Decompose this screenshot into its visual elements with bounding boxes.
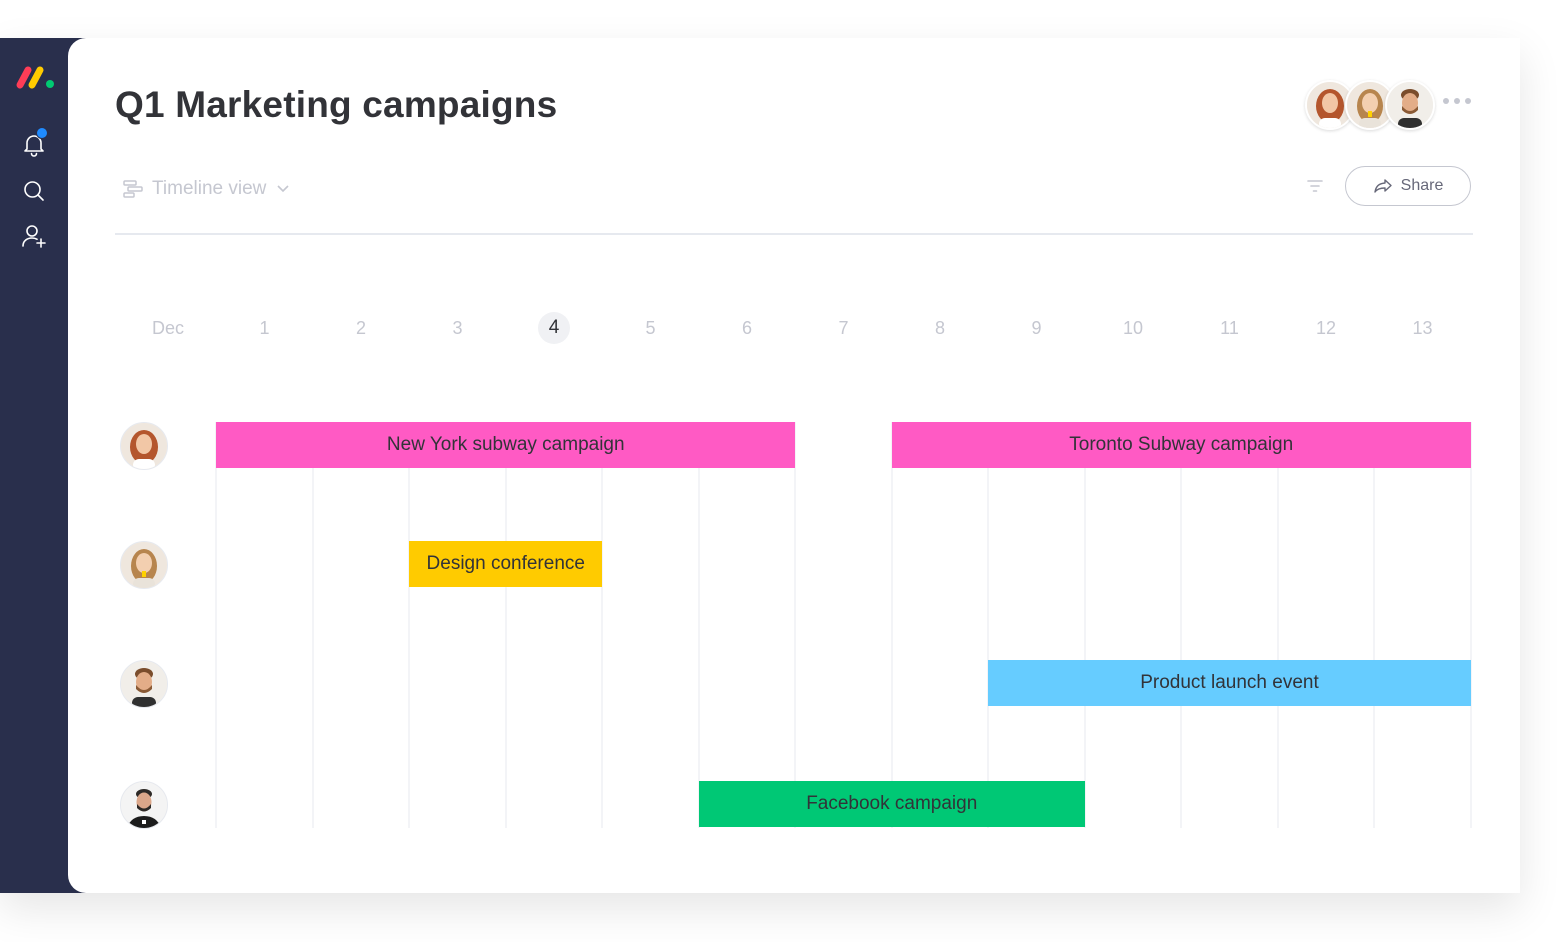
day-label: 1 xyxy=(259,318,270,338)
timeline-item-bar[interactable]: Product launch event xyxy=(988,660,1471,706)
day-label: 10 xyxy=(1122,318,1144,338)
notifications-bell-icon[interactable] xyxy=(20,127,48,158)
more-options-icon[interactable] xyxy=(1442,93,1476,109)
invite-user-icon[interactable] xyxy=(20,222,48,250)
board-panel: Q1 Marketing campaigns Timeline view Sha… xyxy=(68,38,1520,893)
share-button[interactable]: Share xyxy=(1345,166,1471,206)
timeline-view-dropdown[interactable]: Timeline view xyxy=(122,176,290,202)
monday-logo[interactable] xyxy=(15,60,57,90)
timeline-icon xyxy=(123,180,143,198)
timeline-item-label: Facebook campaign xyxy=(806,793,978,814)
grid-line xyxy=(987,422,990,828)
timeline-item-label: Product launch event xyxy=(1140,672,1319,693)
grid-line xyxy=(601,422,604,828)
day-label-today: 4 xyxy=(538,312,570,344)
timeline-item-label: Design conference xyxy=(426,553,585,574)
row-person-avatar[interactable] xyxy=(120,781,168,829)
filter-icon[interactable] xyxy=(1305,176,1325,196)
timeline-item-bar[interactable]: New York subway campaign xyxy=(216,422,796,468)
search-icon[interactable] xyxy=(20,177,48,205)
grid-line xyxy=(1083,422,1086,828)
day-label: 12 xyxy=(1315,318,1337,338)
view-selector-label: Timeline view xyxy=(152,178,267,199)
month-label: Dec xyxy=(151,318,184,338)
grid-line xyxy=(504,422,507,828)
header-divider xyxy=(115,233,1473,235)
share-arrow-icon xyxy=(1373,179,1392,193)
grid-line xyxy=(215,422,218,828)
day-label: 13 xyxy=(1412,318,1433,338)
grid-line xyxy=(1373,422,1376,828)
timeline-item-bar[interactable]: Design conference xyxy=(409,541,603,587)
timeline-item-label: New York subway campaign xyxy=(386,434,625,455)
day-label: 8 xyxy=(934,318,945,338)
grid-line xyxy=(1469,422,1472,828)
day-label: 11 xyxy=(1220,318,1239,338)
row-person-avatar[interactable] xyxy=(120,541,168,589)
grid-line xyxy=(890,422,893,828)
sidebar xyxy=(0,38,68,893)
member-avatar-3[interactable] xyxy=(1385,80,1435,130)
notification-dot xyxy=(36,127,48,139)
grid-line xyxy=(408,422,411,828)
grid-line xyxy=(697,422,700,828)
day-label: 2 xyxy=(355,318,366,338)
timeline-item-label: Toronto Subway campaign xyxy=(1069,434,1294,455)
row-person-avatar[interactable] xyxy=(120,660,168,708)
row-person-avatar[interactable] xyxy=(120,422,168,470)
board-title[interactable]: Q1 Marketing campaigns xyxy=(115,84,557,126)
timeline-gantt: Dec 1 2 3 4 5 6 7 8 9 10 11 12 13 New York subway camp… xyxy=(68,288,1520,848)
timeline-item-bar[interactable]: Toronto Subway campaign xyxy=(891,422,1471,468)
share-label: Share xyxy=(1400,177,1444,194)
day-label: 3 xyxy=(452,318,463,338)
grid-line xyxy=(1276,422,1279,828)
chevron-down-icon xyxy=(277,185,289,193)
day-label: 5 xyxy=(645,318,656,338)
day-label: 6 xyxy=(741,318,752,338)
day-label: 9 xyxy=(1031,318,1042,338)
grid-line xyxy=(794,422,797,828)
app-window: Q1 Marketing campaigns Timeline view Sha… xyxy=(0,38,1520,893)
day-label: 7 xyxy=(838,318,849,338)
timeline-item-bar[interactable]: Facebook campaign xyxy=(698,781,1085,827)
grid-line xyxy=(311,422,314,828)
grid-line xyxy=(1180,422,1183,828)
